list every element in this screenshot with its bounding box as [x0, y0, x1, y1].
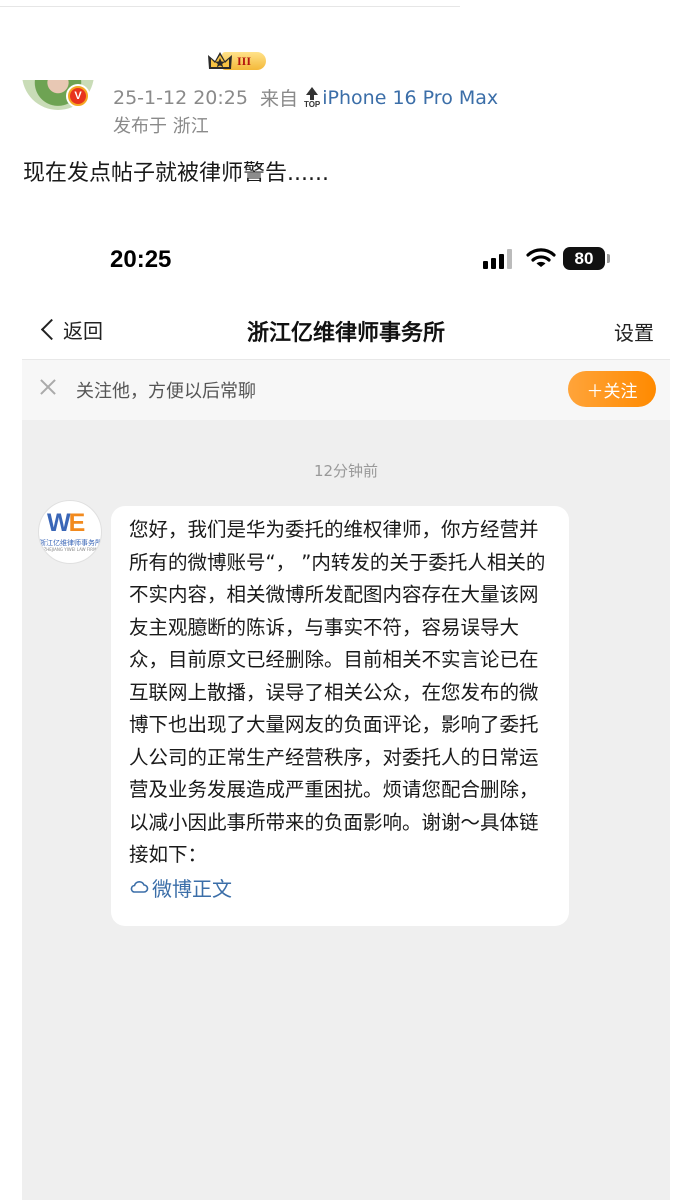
- post-date: 25-1-12 20:25: [113, 86, 248, 109]
- chat-nav-bar: 返回 浙江亿维律师事务所 设置: [22, 303, 670, 360]
- level-badge[interactable]: III: [206, 49, 268, 73]
- weibo-link-label: 微博正文: [152, 876, 232, 901]
- chat-area: 12分钟前 WE 浙江亿维律师事务所 ZHEJIANG YIWEI LAW FI…: [22, 420, 670, 1200]
- crown-icon: [208, 52, 232, 69]
- firm-logo-subtitle: ZHEJIANG YIWEI LAW FIRM: [43, 547, 97, 552]
- battery-icon: 80: [563, 247, 605, 270]
- firm-logo-mark: WE: [47, 509, 85, 537]
- message-text: 您好，我们是华为委托的维权律师，你方经营并所有的微博账号“， ”内转发的关于委托…: [129, 518, 546, 866]
- follow-prompt-text: 关注他，方便以后常聊: [76, 381, 256, 402]
- battery-nub: [607, 254, 610, 263]
- source-prefix: 来自: [259, 88, 298, 110]
- cloud-icon: [130, 881, 149, 893]
- follow-prompt-bar: 关注他，方便以后常聊 ＋关注: [22, 360, 670, 420]
- embedded-screenshot: 20:25 80 返回 浙江亿维律师事务所 设置 关注他，方便以后常聊 ＋关注 …: [22, 225, 670, 1200]
- settings-button[interactable]: 设置: [614, 317, 654, 346]
- message-bubble[interactable]: 您好，我们是华为委托的维权律师，你方经营并所有的微博账号“， ”内转发的关于委托…: [111, 506, 569, 926]
- chat-title: 浙江亿维律师事务所: [246, 321, 445, 346]
- sender-avatar[interactable]: WE 浙江亿维律师事务所 ZHEJIANG YIWEI LAW FIRM: [38, 500, 102, 564]
- signal-icon: [483, 249, 515, 269]
- post-meta: 25-1-12 20:25 来自 TOP iPhone 16 Pro Max: [113, 84, 498, 111]
- weibo-post-link[interactable]: 微博正文: [129, 873, 551, 902]
- status-time: 20:25: [110, 246, 172, 273]
- verified-icon: V: [66, 84, 90, 108]
- wifi-icon: [526, 248, 556, 267]
- follow-button[interactable]: ＋关注: [568, 371, 656, 407]
- post-text: 现在发点帖子就被律师警告......: [23, 161, 329, 186]
- close-icon[interactable]: [38, 377, 58, 397]
- device-link[interactable]: iPhone 16 Pro Max: [322, 87, 498, 109]
- message-timestamp: 12分钟前: [313, 462, 379, 480]
- post-location: 发布于 浙江: [113, 116, 209, 137]
- top-divider: [0, 6, 460, 7]
- top-arrow-icon: TOP: [304, 86, 320, 109]
